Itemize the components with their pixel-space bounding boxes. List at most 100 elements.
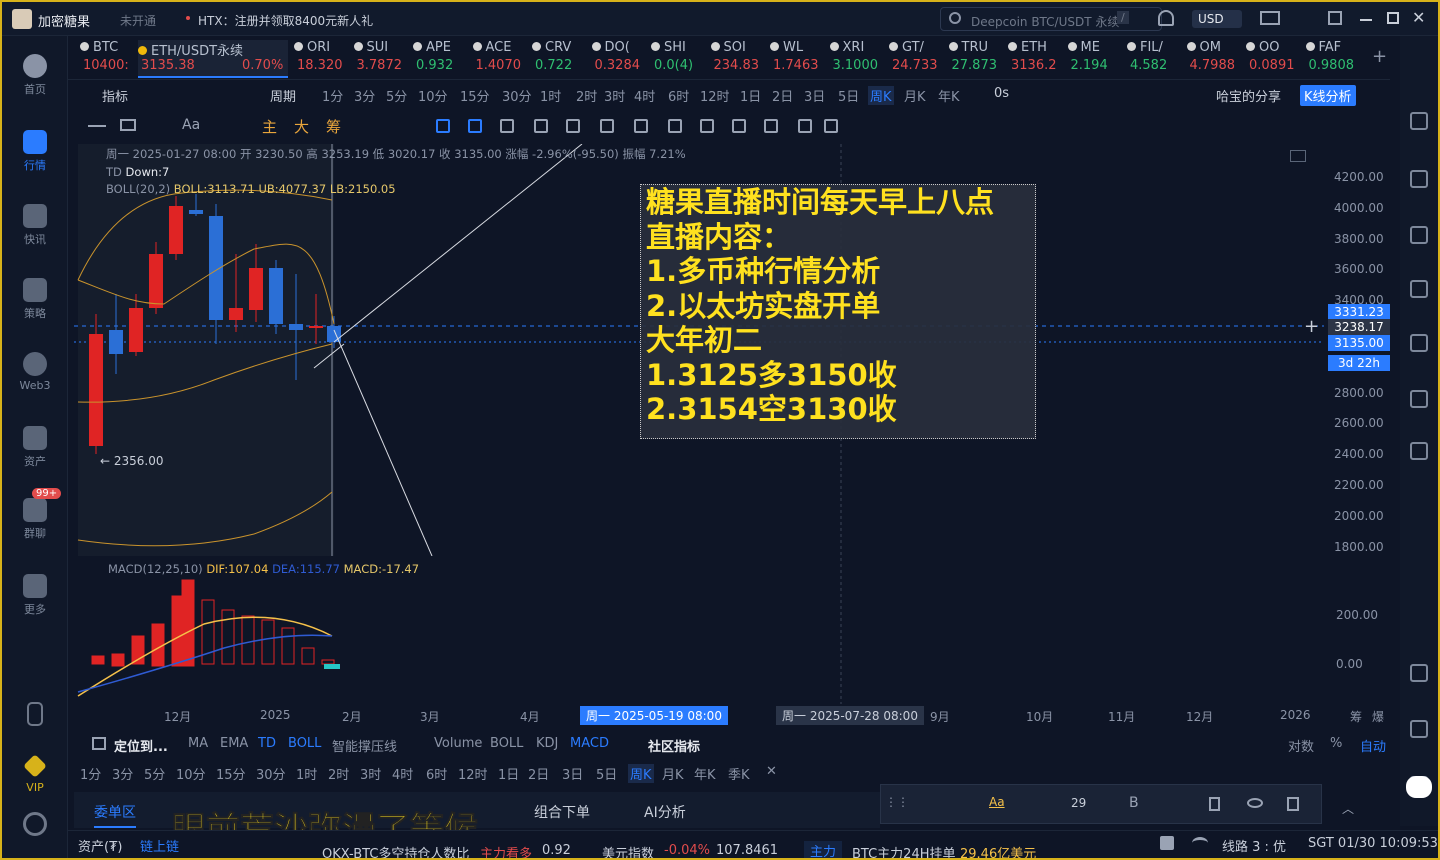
indicator-item[interactable]: 智能撑压线 (332, 736, 397, 755)
indicator-item[interactable]: TD (258, 736, 276, 751)
expand-up-icon[interactable]: ︿ (1342, 800, 1354, 817)
draw-tool-icon[interactable] (764, 119, 778, 133)
ticker-item[interactable]: ME 2.194 (1067, 40, 1122, 78)
bottom-tab[interactable]: AI分析 (644, 802, 686, 822)
sidebar-item-web3[interactable]: Web3 (2, 352, 68, 392)
period-item[interactable]: 3时 (360, 764, 381, 783)
right-tool-icon[interactable] (1410, 280, 1428, 298)
draw-tool-icon[interactable] (468, 119, 482, 133)
delete-icon[interactable] (1287, 797, 1299, 811)
maximize-icon[interactable] (1387, 12, 1399, 24)
currency-select[interactable]: USD (1192, 10, 1242, 28)
axis-option[interactable]: % (1330, 736, 1342, 751)
draw-tool-icon[interactable] (566, 119, 580, 133)
close-periods-icon[interactable]: ✕ (766, 764, 777, 779)
sidebar-item-vip[interactable]: VIP (2, 754, 68, 794)
sidebar-item-strategy[interactable]: 策略 (2, 278, 68, 321)
rect-icon[interactable] (120, 119, 136, 131)
period-item[interactable]: 15分 (216, 764, 246, 783)
ticker-item[interactable]: OM 4.7988 (1186, 40, 1241, 78)
drag-handle-icon[interactable]: ⋮⋮ (885, 795, 909, 809)
sidebar-item-news[interactable]: 快讯 (2, 204, 68, 247)
account-status[interactable]: 未开通 (120, 12, 156, 29)
cycle-button[interactable]: 周期 (270, 86, 296, 105)
period-item[interactable]: 6时 (426, 764, 447, 783)
indicator-item[interactable]: KDJ (536, 736, 558, 751)
period-item[interactable]: 5日 (838, 86, 859, 105)
locate-button[interactable]: 定位到... (114, 736, 168, 755)
close-icon[interactable]: ✕ (1412, 8, 1425, 27)
period-item[interactable]: 10分 (176, 764, 206, 783)
phone-icon[interactable] (2, 702, 68, 729)
chain-label[interactable]: 链上链 (140, 836, 179, 855)
period-item[interactable]: 季K (728, 764, 750, 783)
period-item[interactable]: 3分 (354, 86, 375, 105)
asset-label[interactable]: 资产(₮) (78, 836, 122, 855)
period-item[interactable]: 5分 (144, 764, 165, 783)
period-item[interactable]: 2时 (576, 86, 597, 105)
period-item[interactable]: 1日 (498, 764, 519, 783)
ticker-item[interactable]: ORI 18.320 (294, 40, 348, 78)
sidebar-item-more[interactable]: 更多 (2, 574, 68, 617)
ticker-item[interactable]: ACE 1.4070 (472, 40, 527, 78)
right-tool-icon[interactable] (1410, 112, 1428, 130)
popout-icon[interactable] (1328, 11, 1342, 25)
indicator-item[interactable]: BOLL (490, 736, 523, 751)
draw-tool-icon[interactable] (500, 119, 514, 133)
settings-icon[interactable] (2, 812, 68, 839)
draw-tool-icon[interactable] (634, 119, 648, 133)
draw-tool-icon[interactable] (700, 119, 714, 133)
period-item[interactable]: 周K (628, 764, 654, 783)
draw-tool-icon[interactable] (798, 119, 812, 133)
ticker-item[interactable]: GT/24.733 (889, 40, 943, 78)
right-tool-icon[interactable] (1410, 170, 1428, 188)
ticker-item[interactable]: CRV 0.722 (532, 40, 586, 78)
right-tool-icon[interactable] (1410, 390, 1428, 408)
period-item[interactable]: 3日 (804, 86, 825, 105)
period-item[interactable]: 30分 (502, 86, 532, 105)
time-tail-button[interactable]: 筹 (1350, 708, 1362, 725)
period-item[interactable]: 3日 (562, 764, 583, 783)
ticker-item[interactable]: TRU 27.873 (948, 40, 1003, 78)
ticker-item[interactable]: SUI 3.7872 (353, 40, 408, 78)
period-item[interactable]: 月K (904, 86, 926, 105)
period-item[interactable]: 1分 (80, 764, 101, 783)
right-tool-icon[interactable] (1410, 334, 1428, 352)
sidebar-item-market[interactable]: 行情 (2, 130, 68, 173)
ticker-item[interactable]: BTC 10400: (80, 40, 134, 78)
sidebar-item-assets[interactable]: 资产 (2, 426, 68, 469)
crosshair-add-icon[interactable]: + (1304, 316, 1319, 337)
draw-tool-icon[interactable] (668, 119, 682, 133)
period-item[interactable]: 15分 (460, 86, 490, 105)
macd-chart[interactable] (74, 558, 1324, 704)
mail-icon[interactable] (1260, 11, 1280, 25)
indicator-item[interactable]: EMA (220, 736, 248, 751)
period-item[interactable]: 1时 (540, 86, 561, 105)
bottom-tab[interactable]: 委单区 (94, 802, 136, 828)
community-indicator-button[interactable]: 社区指标 (648, 736, 700, 755)
period-item[interactable]: 1分 (322, 86, 343, 105)
ticker-item[interactable]: XRI 3.1000 (829, 40, 884, 78)
draw-tool-icon[interactable] (824, 119, 838, 133)
axis-option[interactable]: 对数 (1288, 736, 1314, 755)
period-item[interactable]: 4时 (392, 764, 413, 783)
eye-icon[interactable] (1247, 798, 1263, 808)
ticker-item[interactable]: FAF 0.9808 (1305, 40, 1360, 78)
ticker-item[interactable]: FIL/4.582 (1127, 40, 1181, 78)
indicator-item[interactable]: BOLL (288, 736, 321, 751)
search-box[interactable]: Deepcoin BTC/USDT 永续 / (940, 7, 1162, 31)
kline-analysis-button[interactable]: K线分析 (1300, 85, 1356, 106)
chat-bot-icon[interactable] (1406, 776, 1432, 798)
main-tool[interactable]: 主 (262, 116, 277, 137)
right-tool-icon[interactable] (1410, 442, 1428, 460)
indicator-item[interactable]: MA (188, 736, 208, 751)
add-ticker-icon[interactable]: + (1372, 46, 1387, 67)
period-item[interactable]: 5分 (386, 86, 407, 105)
ticker-item[interactable]: DO(0.3284 (591, 40, 646, 78)
period-item[interactable]: 30分 (256, 764, 286, 783)
period-item[interactable]: 3分 (112, 764, 133, 783)
ticker-item[interactable]: OO 0.0891 (1246, 40, 1300, 78)
draw-tool-icon[interactable] (436, 119, 450, 133)
ticker-item[interactable]: SHI 0.0(4) (651, 40, 705, 78)
indicator-button[interactable]: 指标 (102, 86, 128, 105)
